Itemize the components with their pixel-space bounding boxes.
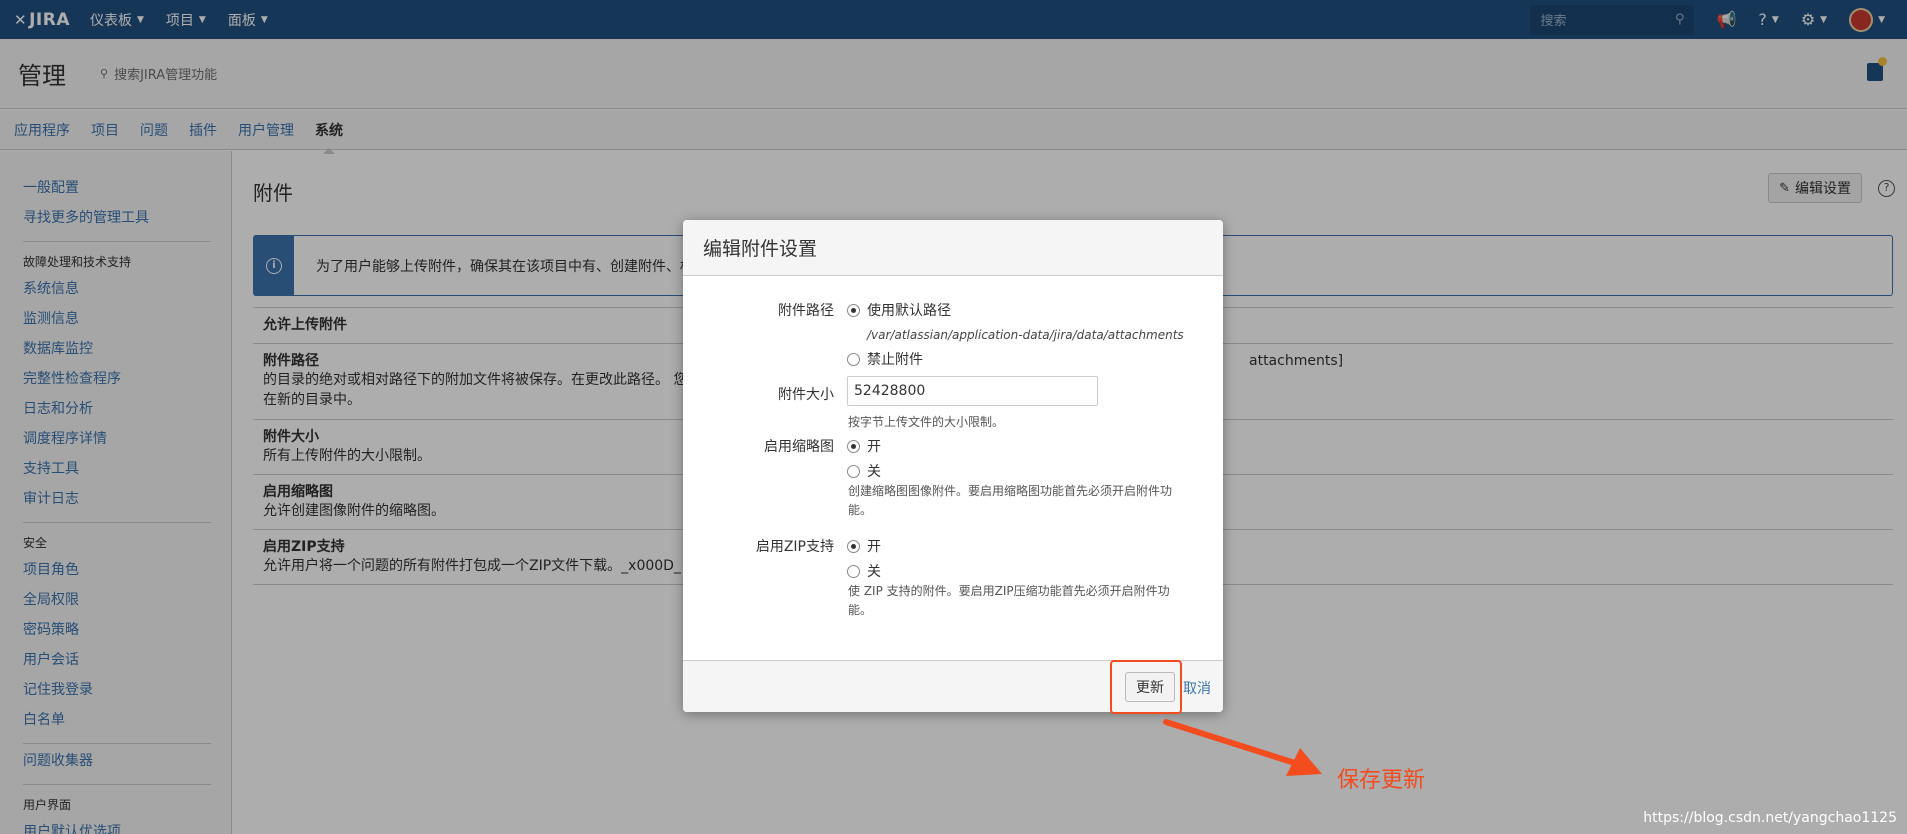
path-disable-label: 禁止附件 xyxy=(867,352,923,368)
zip-on-label: 开 xyxy=(867,539,881,555)
path-default-radio[interactable]: 使用默认路径 xyxy=(847,300,951,320)
path-default-label: 使用默认路径 xyxy=(867,303,951,319)
zip-hint: 使 ZIP 支持的附件。要启用ZIP压缩功能首先必须开启附件功能。 xyxy=(848,584,1170,617)
radio-checked xyxy=(847,539,860,553)
radio-checked xyxy=(847,439,860,453)
radio-unchecked xyxy=(847,564,860,578)
radio-unchecked xyxy=(847,352,860,366)
zip-off-label: 关 xyxy=(867,564,881,580)
thumbnails-off-radio[interactable]: 关 xyxy=(847,461,881,481)
annotation-text: 保存更新 xyxy=(1337,768,1426,793)
path-disable-radio[interactable]: 禁止附件 xyxy=(847,349,923,369)
thumbnails-on-radio[interactable]: 开 xyxy=(847,436,881,456)
edit-attachments-dialog: 编辑附件设置 附件路径 使用默认路径 /var/atlassian/applic… xyxy=(683,220,1223,712)
thumbnails-hint: 创建缩略图图像附件。要启用缩略图功能首先必须开启附件功能。 xyxy=(848,484,1173,517)
dialog-body: 附件路径 使用默认路径 /var/atlassian/application-d… xyxy=(683,276,1223,660)
highlight-box xyxy=(1110,660,1182,714)
attachment-path-label: 附件路径 xyxy=(778,303,834,319)
zip-support-label: 启用ZIP支持 xyxy=(755,539,834,555)
thumbnails-off-label: 关 xyxy=(867,464,881,480)
thumbnails-on-label: 开 xyxy=(867,439,881,455)
size-hint: 按字节上传文件的大小限制。 xyxy=(848,415,1005,429)
watermark: https://blog.csdn.net/yangchao1125 xyxy=(1643,810,1897,826)
zip-off-radio[interactable]: 关 xyxy=(847,561,881,581)
dialog-title: 编辑附件设置 xyxy=(683,220,1223,276)
zip-on-radio[interactable]: 开 xyxy=(847,536,881,556)
radio-unchecked xyxy=(847,464,860,478)
attachment-size-input[interactable] xyxy=(847,376,1098,406)
radio-checked xyxy=(847,303,860,317)
annotation-arrow xyxy=(1163,719,1322,776)
thumbnails-label: 启用缩略图 xyxy=(764,439,834,455)
attachment-size-label: 附件大小 xyxy=(778,387,834,403)
attachment-path-value: /var/atlassian/application-data/jira/dat… xyxy=(867,328,1184,342)
cancel-link[interactable]: 取消 xyxy=(1183,678,1211,698)
